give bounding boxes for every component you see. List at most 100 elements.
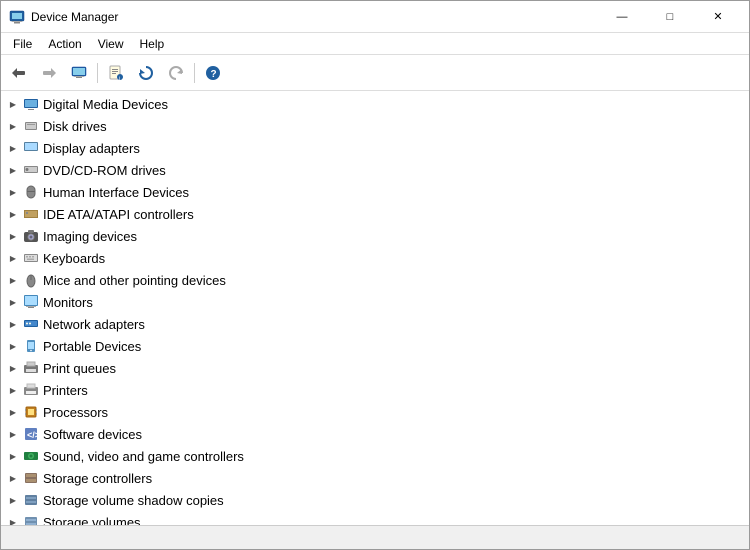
- rollback-icon: [168, 65, 184, 81]
- expand-icon-keyboards[interactable]: ▶: [5, 250, 21, 266]
- menu-help[interactable]: Help: [132, 35, 173, 53]
- menu-file[interactable]: File: [5, 35, 40, 53]
- device-icon-processors: [23, 404, 39, 420]
- tree-item-sound-video[interactable]: ▶Sound, video and game controllers: [1, 445, 749, 467]
- device-icon-storage-volumes: [23, 514, 39, 525]
- maximize-button[interactable]: □: [647, 4, 693, 30]
- toolbar-back-button[interactable]: [5, 59, 33, 87]
- status-bar: [1, 525, 749, 549]
- expand-icon-disk-drives[interactable]: ▶: [5, 118, 21, 134]
- tree-item-human-interface[interactable]: ▶ Human Interface Devices: [1, 181, 749, 203]
- expand-icon-mice[interactable]: ▶: [5, 272, 21, 288]
- device-icon-sound-video: [23, 448, 39, 464]
- tree-item-digital-media[interactable]: ▶Digital Media Devices: [1, 93, 749, 115]
- expand-icon-processors[interactable]: ▶: [5, 404, 21, 420]
- tree-item-storage-volumes[interactable]: ▶ Storage volumes: [1, 511, 749, 525]
- update-icon: [138, 65, 154, 81]
- svg-text:?: ?: [211, 69, 217, 80]
- item-label-dvd-rom: DVD/CD-ROM drives: [43, 163, 166, 178]
- expand-icon-dvd-rom[interactable]: ▶: [5, 162, 21, 178]
- toolbar-forward-button[interactable]: [35, 59, 63, 87]
- tree-item-storage-controllers[interactable]: ▶ Storage controllers: [1, 467, 749, 489]
- device-icon-dvd-rom: [23, 162, 39, 178]
- expand-icon-human-interface[interactable]: ▶: [5, 184, 21, 200]
- tree-item-mice[interactable]: ▶Mice and other pointing devices: [1, 269, 749, 291]
- item-label-storage-volumes: Storage volumes: [43, 515, 141, 526]
- device-icon-print-queues: [23, 360, 39, 376]
- help-icon: ?: [205, 65, 221, 81]
- item-label-portable: Portable Devices: [43, 339, 141, 354]
- item-label-processors: Processors: [43, 405, 108, 420]
- expand-icon-portable[interactable]: ▶: [5, 338, 21, 354]
- properties-icon: i: [108, 65, 124, 81]
- menu-bar: File Action View Help: [1, 33, 749, 55]
- tree-item-printers[interactable]: ▶Printers: [1, 379, 749, 401]
- toolbar: i ?: [1, 55, 749, 91]
- tree-item-dvd-rom[interactable]: ▶ DVD/CD-ROM drives: [1, 159, 749, 181]
- expand-icon-software-devices[interactable]: ▶: [5, 426, 21, 442]
- title-bar-left: Device Manager: [9, 9, 118, 25]
- tree-item-keyboards[interactable]: ▶ Keyboards: [1, 247, 749, 269]
- device-icon-storage-controllers: [23, 470, 39, 486]
- tree-item-network[interactable]: ▶ Network adapters: [1, 313, 749, 335]
- back-icon: [11, 65, 27, 81]
- tree-item-imaging[interactable]: ▶Imaging devices: [1, 225, 749, 247]
- item-label-print-queues: Print queues: [43, 361, 116, 376]
- item-label-storage-volume-shadow: Storage volume shadow copies: [43, 493, 224, 508]
- toolbar-update-button[interactable]: [132, 59, 160, 87]
- toolbar-properties-button[interactable]: i: [102, 59, 130, 87]
- tree-item-monitors[interactable]: ▶Monitors: [1, 291, 749, 313]
- tree-item-software-devices[interactable]: ▶</>Software devices: [1, 423, 749, 445]
- expand-icon-monitors[interactable]: ▶: [5, 294, 21, 310]
- app-icon: [9, 9, 25, 25]
- device-icon-software-devices: </>: [23, 426, 39, 442]
- item-label-human-interface: Human Interface Devices: [43, 185, 189, 200]
- expand-icon-ide-atapi[interactable]: ▶: [5, 206, 21, 222]
- device-icon-human-interface: [23, 184, 39, 200]
- content-area: ▶Digital Media Devices▶Disk drives▶Displ…: [1, 91, 749, 525]
- item-label-storage-controllers: Storage controllers: [43, 471, 152, 486]
- close-button[interactable]: ✕: [695, 4, 741, 30]
- expand-icon-storage-controllers[interactable]: ▶: [5, 470, 21, 486]
- device-icon-network: [23, 316, 39, 332]
- tree-item-storage-volume-shadow[interactable]: ▶ Storage volume shadow copies: [1, 489, 749, 511]
- expand-icon-print-queues[interactable]: ▶: [5, 360, 21, 376]
- item-label-ide-atapi: IDE ATA/ATAPI controllers: [43, 207, 194, 222]
- computer-icon: [71, 65, 87, 81]
- tree-item-display-adapters[interactable]: ▶ Display adapters: [1, 137, 749, 159]
- expand-icon-network[interactable]: ▶: [5, 316, 21, 332]
- menu-action[interactable]: Action: [40, 35, 89, 53]
- menu-view[interactable]: View: [90, 35, 132, 53]
- device-icon-portable: [23, 338, 39, 354]
- title-bar-controls: — □ ✕: [599, 4, 741, 30]
- device-icon-storage-volume-shadow: [23, 492, 39, 508]
- expand-icon-sound-video[interactable]: ▶: [5, 448, 21, 464]
- tree-item-print-queues[interactable]: ▶ Print queues: [1, 357, 749, 379]
- device-icon-keyboards: [23, 250, 39, 266]
- item-label-network: Network adapters: [43, 317, 145, 332]
- title-bar: Device Manager — □ ✕: [1, 1, 749, 33]
- expand-icon-display-adapters[interactable]: ▶: [5, 140, 21, 156]
- tree-item-disk-drives[interactable]: ▶ Disk drives: [1, 115, 749, 137]
- forward-icon: [41, 65, 57, 81]
- item-label-keyboards: Keyboards: [43, 251, 105, 266]
- minimize-button[interactable]: —: [599, 4, 645, 30]
- item-label-disk-drives: Disk drives: [43, 119, 107, 134]
- tree-item-ide-atapi[interactable]: ▶ IDE ATA/ATAPI controllers: [1, 203, 749, 225]
- expand-icon-digital-media[interactable]: ▶: [5, 96, 21, 112]
- toolbar-help-button[interactable]: ?: [199, 59, 227, 87]
- tree-item-processors[interactable]: ▶ Processors: [1, 401, 749, 423]
- tree-view[interactable]: ▶Digital Media Devices▶Disk drives▶Displ…: [1, 91, 749, 525]
- toolbar-sep-2: [194, 63, 195, 83]
- expand-icon-storage-volumes[interactable]: ▶: [5, 514, 21, 525]
- expand-icon-imaging[interactable]: ▶: [5, 228, 21, 244]
- toolbar-rollback-button[interactable]: [162, 59, 190, 87]
- item-label-display-adapters: Display adapters: [43, 141, 140, 156]
- device-icon-imaging: [23, 228, 39, 244]
- tree-item-portable[interactable]: ▶ Portable Devices: [1, 335, 749, 357]
- expand-icon-printers[interactable]: ▶: [5, 382, 21, 398]
- expand-icon-storage-volume-shadow[interactable]: ▶: [5, 492, 21, 508]
- device-icon-mice: [23, 272, 39, 288]
- toolbar-computer-button[interactable]: [65, 59, 93, 87]
- device-icon-display-adapters: [23, 140, 39, 156]
